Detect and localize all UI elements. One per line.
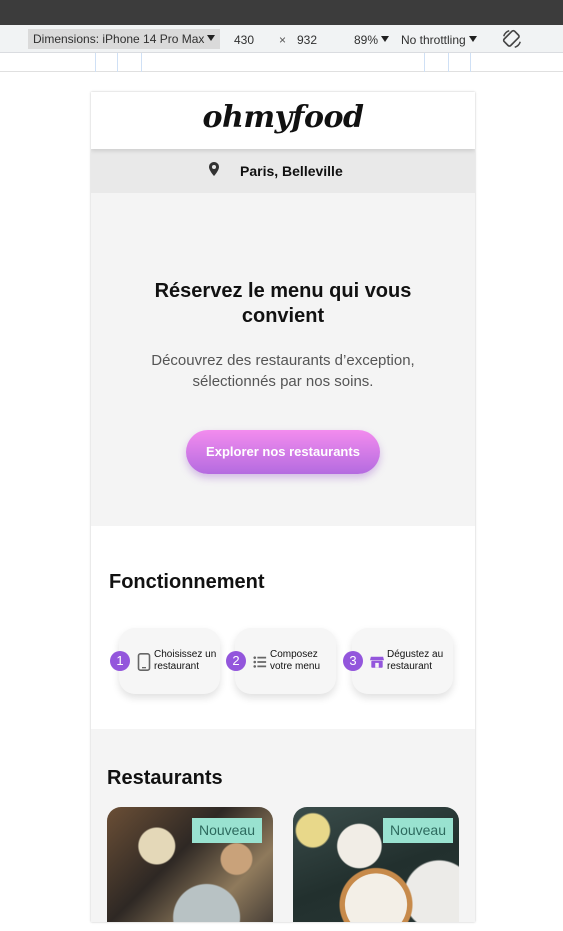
device-dimensions-label: Dimensions: iPhone 14 Pro Max: [33, 32, 205, 46]
location-bar: Paris, Belleville: [91, 149, 475, 193]
devtools-device-toolbar: Dimensions: iPhone 14 Pro Max 430 × 932 …: [0, 25, 563, 53]
step-card-3: 3 Dégustez au restaurant: [343, 628, 453, 694]
throttling-select[interactable]: No throttling: [401, 33, 477, 47]
step-card-2: 2 Composez votre menu: [226, 628, 336, 694]
zoom-value: 89%: [354, 33, 379, 47]
device-viewport: ohmyfood Paris, Belleville Réservez le m…: [91, 92, 475, 922]
explore-restaurants-button[interactable]: Explorer nos restaurants: [186, 430, 380, 474]
new-badge: Nouveau: [382, 818, 453, 843]
step-number: 1: [110, 651, 130, 671]
step-number: 3: [343, 651, 363, 671]
hero-subtitle: Découvrez des restaurants d’exception, s…: [151, 352, 415, 390]
logo[interactable]: ohmyfood: [91, 100, 475, 135]
list-icon: [253, 656, 267, 668]
media-query-ruler: [0, 53, 563, 72]
location-text: Paris, Belleville: [240, 163, 343, 179]
phone-icon: [137, 653, 151, 671]
new-badge: Nouveau: [191, 818, 262, 843]
browser-top-bar: [0, 0, 563, 25]
store-icon: [370, 656, 384, 668]
restaurant-card[interactable]: Nouveau: [293, 807, 459, 922]
height-input[interactable]: 932: [297, 33, 317, 47]
section-title: Fonctionnement: [109, 571, 265, 593]
zoom-select[interactable]: 89%: [354, 33, 390, 47]
throttling-value: No throttling: [401, 33, 466, 47]
site-header: ohmyfood: [91, 92, 475, 149]
hero-section: Réservez le menu qui vous convient Décou…: [91, 193, 475, 526]
step-label: Choisissez un restaurant: [154, 649, 217, 672]
restaurants-section: Restaurants Nouveau Nouveau: [91, 729, 475, 922]
step-label: Composez votre menu: [270, 649, 321, 672]
times-separator: ×: [279, 33, 287, 47]
chevron-down-icon: [207, 35, 216, 41]
rotate-icon[interactable]: [501, 28, 523, 50]
step-label: Dégustez au restaurant: [387, 649, 444, 672]
chevron-down-icon: [468, 36, 477, 42]
step-card-1: 1 Choisissez un restaurant: [110, 628, 220, 694]
map-pin-icon: [209, 162, 219, 176]
hero-title: Réservez le menu qui vous convient: [154, 280, 412, 327]
section-title: Restaurants: [107, 767, 223, 789]
how-it-works-section: Fonctionnement 1 Choisissez un restauran…: [91, 526, 475, 729]
width-input[interactable]: 430: [234, 33, 254, 47]
step-number: 2: [226, 651, 246, 671]
chevron-down-icon: [381, 36, 390, 42]
restaurant-card[interactable]: Nouveau: [107, 807, 273, 922]
device-dimensions-select[interactable]: Dimensions: iPhone 14 Pro Max: [28, 29, 221, 49]
